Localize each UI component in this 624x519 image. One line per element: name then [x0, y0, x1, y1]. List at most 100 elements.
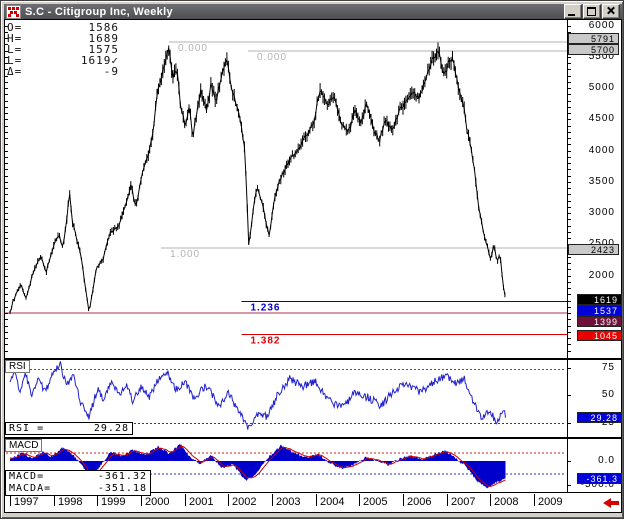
rsi-marker: 29.28	[577, 412, 622, 424]
maximize-button[interactable]	[583, 4, 601, 19]
axis-tick	[568, 176, 571, 177]
axis-tick	[568, 144, 571, 145]
axis-tick	[5, 188, 8, 189]
price-axis-label: 3500	[588, 175, 615, 187]
pane-separator	[4, 358, 622, 360]
price-axis-label: 2000	[588, 269, 615, 281]
ohlc-legend: O= 1586 H= 1689 L= 1575 L= 1619✓ Δ= -9	[7, 22, 119, 77]
price-bars-path	[9, 42, 506, 314]
axis-tick	[568, 119, 571, 120]
year-tick	[403, 494, 404, 506]
legend-value: -9	[103, 65, 119, 78]
axis-tick	[5, 282, 8, 283]
axis-tick	[5, 126, 8, 127]
axis-tick	[568, 57, 571, 58]
axis-tick	[5, 82, 8, 83]
axis-tick	[568, 301, 571, 302]
axis-tick	[5, 257, 8, 258]
axis-tick	[5, 288, 8, 289]
axis-tick	[568, 132, 571, 133]
price-marker-1537: 1537	[577, 304, 622, 316]
price-axis-label: 3000	[588, 207, 615, 218]
year-label-1998: 1998	[58, 496, 83, 508]
axis-tick	[568, 395, 571, 396]
window-controls	[563, 4, 620, 19]
axis-tick	[5, 226, 8, 227]
axis-tick	[5, 269, 8, 270]
price-marker-2423: 2423	[568, 243, 619, 255]
rsi-value-label: RSI =	[9, 423, 45, 434]
axis-tick	[5, 351, 8, 352]
axis-tick	[568, 288, 571, 289]
axis-tick	[5, 144, 8, 145]
price-axis-label: 6000	[588, 19, 615, 31]
close-button[interactable]	[602, 4, 620, 19]
axis-tick	[568, 213, 571, 214]
axis-tick	[568, 257, 571, 258]
year-tick	[447, 494, 448, 506]
title-bar[interactable]: S.C - Citigroup Inc, Weekly	[4, 4, 622, 19]
year-label-2004: 2004	[320, 496, 345, 508]
axis-tick	[568, 326, 571, 327]
axis-tick	[568, 351, 571, 352]
axis-tick	[5, 307, 8, 308]
year-tick	[185, 494, 186, 506]
macd-pane-label: MACD	[5, 439, 43, 452]
axis-tick	[568, 182, 571, 183]
axis-tick	[5, 294, 8, 295]
axis-tick	[568, 219, 571, 220]
axis-tick	[568, 282, 571, 283]
axis-tick	[568, 485, 571, 486]
close-line-path	[9, 48, 506, 313]
axis-tick	[5, 301, 8, 302]
year-label-2008: 2008	[494, 496, 519, 508]
axis-tick	[568, 276, 571, 277]
axis-tick	[568, 423, 571, 424]
year-tick	[534, 494, 535, 506]
price-axis-label: 4000	[588, 144, 615, 156]
macd-value-box: MACD= -361.32 MACDA= -351.18	[5, 470, 151, 496]
axis-tick	[568, 82, 571, 83]
app-icon	[6, 4, 21, 19]
axis-tick	[5, 163, 8, 164]
axis-tick	[5, 132, 8, 133]
fib-level-label: 0.000	[178, 43, 208, 54]
minimize-button[interactable]	[564, 4, 582, 19]
axis-tick	[5, 332, 8, 333]
axis-tick	[5, 319, 8, 320]
axis-tick	[5, 113, 8, 114]
axis-tick	[568, 338, 571, 339]
year-tick	[490, 494, 491, 506]
axis-tick	[5, 276, 8, 277]
axis-tick	[568, 344, 571, 345]
axis-tick	[5, 169, 8, 170]
axis-tick	[568, 188, 571, 189]
year-label-2002: 2002	[232, 496, 257, 508]
close-icon	[606, 6, 615, 15]
axis-tick	[568, 194, 571, 195]
fib-level-label: 1.000	[170, 249, 200, 260]
chart-window: S.C - Citigroup Inc, Weekly 0.000 0.000 1.…	[0, 0, 624, 519]
year-tick	[359, 494, 360, 506]
axis-tick	[568, 107, 571, 108]
axis-tick	[5, 344, 8, 345]
scroll-to-end-arrow[interactable]	[603, 498, 620, 508]
year-label-2009: 2009	[538, 496, 563, 508]
axis-tick	[5, 232, 8, 233]
axis-tick	[568, 69, 571, 70]
axis-tick	[5, 326, 8, 327]
maximize-icon	[587, 7, 596, 16]
price-marker-1399: 1399	[577, 315, 622, 327]
axis-tick	[568, 368, 571, 369]
fib-level-label: 1.382	[250, 336, 280, 347]
axis-tick	[568, 319, 571, 320]
axis-tick	[5, 182, 8, 183]
axis-tick	[568, 461, 571, 462]
rsi-line-path	[9, 361, 506, 430]
axis-tick	[568, 307, 571, 308]
axis-tick	[568, 126, 571, 127]
minimize-icon	[568, 14, 575, 16]
price-axis-label: 5000	[588, 82, 615, 93]
axis-tick	[5, 88, 8, 89]
fib-level-label: 1.236	[250, 303, 280, 314]
